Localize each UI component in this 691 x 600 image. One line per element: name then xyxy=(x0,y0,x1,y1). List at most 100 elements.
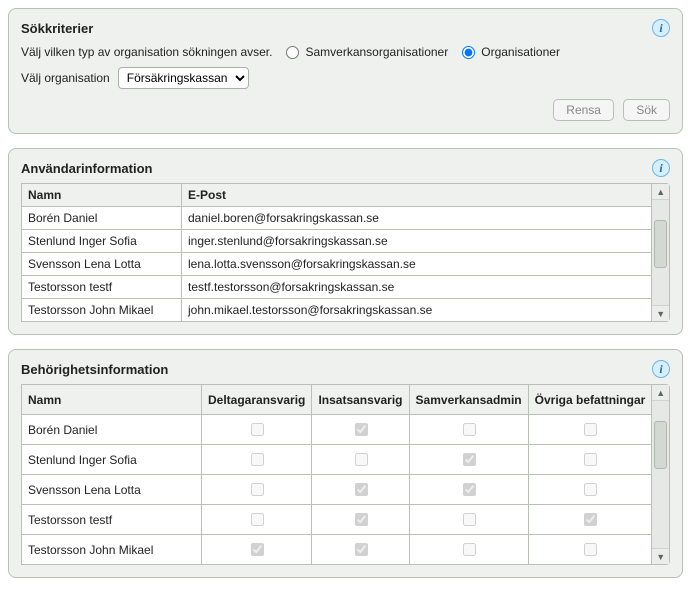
table-row[interactable]: Testorsson testf xyxy=(22,505,652,535)
ovriga-checkbox[interactable] xyxy=(584,513,597,526)
cell-name: Testorsson John Mikael xyxy=(22,535,202,565)
cell-samverkansadmin xyxy=(409,535,528,565)
clear-button[interactable]: Rensa xyxy=(553,99,614,121)
table-row[interactable]: Stenlund Inger Sofiainger.stenlund@forsa… xyxy=(22,230,652,253)
search-criteria-title: Sökkriterier xyxy=(21,21,93,36)
table-row[interactable]: Svensson Lena Lotta xyxy=(22,475,652,505)
scroll-up-icon[interactable]: ▲ xyxy=(652,385,669,401)
scroll-down-icon[interactable]: ▼ xyxy=(652,548,669,564)
table-row[interactable]: Testorsson John Mikael xyxy=(22,535,652,565)
table-row[interactable]: Borén Daniel xyxy=(22,415,652,445)
cell-ovriga xyxy=(528,505,652,535)
cell-name: Svensson Lena Lotta xyxy=(22,253,182,276)
scroll-down-icon[interactable]: ▼ xyxy=(652,305,669,321)
info-icon[interactable]: i xyxy=(652,360,670,378)
table-row[interactable]: Testorsson testftestf.testorsson@forsakr… xyxy=(22,276,652,299)
samverkansadmin-checkbox[interactable] xyxy=(463,513,476,526)
cell-ovriga xyxy=(528,415,652,445)
cell-email: john.mikael.testorsson@forsakringskassan… xyxy=(182,299,652,322)
deltagaransvarig-checkbox[interactable] xyxy=(251,513,264,526)
cell-name: Testorsson John Mikael xyxy=(22,299,182,322)
ovriga-checkbox[interactable] xyxy=(584,453,597,466)
user-table-scrollbar[interactable]: ▲ ▼ xyxy=(652,183,670,322)
cell-email: testf.testorsson@forsakringskassan.se xyxy=(182,276,652,299)
search-button[interactable]: Sök xyxy=(623,99,670,121)
user-info-title: Användarinformation xyxy=(21,161,152,176)
radio-samverkan[interactable]: Samverkansorganisationer xyxy=(286,45,448,59)
permissions-table-scrollbar[interactable]: ▲ ▼ xyxy=(652,384,670,565)
cell-insatsansvarig xyxy=(312,445,409,475)
cell-email: inger.stenlund@forsakringskassan.se xyxy=(182,230,652,253)
radio-organisationer[interactable]: Organisationer xyxy=(462,45,560,59)
permissions-panel: Behörighetsinformation i Namn Deltagaran… xyxy=(8,349,683,578)
cell-samverkansadmin xyxy=(409,505,528,535)
org-type-label: Välj vilken typ av organisation sökninge… xyxy=(21,45,272,59)
user-info-table: Namn E-Post Borén Danieldaniel.boren@for… xyxy=(21,183,652,322)
col-email: E-Post xyxy=(182,184,652,207)
cell-deltagaransvarig xyxy=(202,445,312,475)
organisation-select[interactable]: Försäkringskassan xyxy=(118,67,249,89)
insatsansvarig-checkbox[interactable] xyxy=(355,483,368,496)
cell-email: lena.lotta.svensson@forsakringskassan.se xyxy=(182,253,652,276)
search-criteria-panel: Sökkriterier i Välj vilken typ av organi… xyxy=(8,8,683,134)
cell-ovriga xyxy=(528,475,652,505)
cell-ovriga xyxy=(528,445,652,475)
insatsansvarig-checkbox[interactable] xyxy=(355,513,368,526)
cell-insatsansvarig xyxy=(312,535,409,565)
insatsansvarig-checkbox[interactable] xyxy=(355,423,368,436)
cell-samverkansadmin xyxy=(409,475,528,505)
cell-name: Borén Daniel xyxy=(22,207,182,230)
cell-deltagaransvarig xyxy=(202,505,312,535)
col-name: Namn xyxy=(22,184,182,207)
table-row[interactable]: Testorsson John Mikaeljohn.mikael.testor… xyxy=(22,299,652,322)
cell-name: Borén Daniel xyxy=(22,415,202,445)
cell-samverkansadmin xyxy=(409,415,528,445)
deltagaransvarig-checkbox[interactable] xyxy=(251,543,264,556)
cell-name: Stenlund Inger Sofia xyxy=(22,445,202,475)
samverkansadmin-checkbox[interactable] xyxy=(463,453,476,466)
cell-name: Testorsson testf xyxy=(22,276,182,299)
cell-email: daniel.boren@forsakringskassan.se xyxy=(182,207,652,230)
samverkansadmin-checkbox[interactable] xyxy=(463,423,476,436)
cell-name: Svensson Lena Lotta xyxy=(22,475,202,505)
ovriga-checkbox[interactable] xyxy=(584,543,597,556)
cell-insatsansvarig xyxy=(312,415,409,445)
cell-insatsansvarig xyxy=(312,505,409,535)
deltagaransvarig-checkbox[interactable] xyxy=(251,423,264,436)
cell-name: Stenlund Inger Sofia xyxy=(22,230,182,253)
cell-deltagaransvarig xyxy=(202,415,312,445)
ovriga-checkbox[interactable] xyxy=(584,423,597,436)
scroll-up-icon[interactable]: ▲ xyxy=(652,184,669,200)
radio-samverkan-input[interactable] xyxy=(286,46,299,59)
table-row[interactable]: Borén Danieldaniel.boren@forsakringskass… xyxy=(22,207,652,230)
cell-insatsansvarig xyxy=(312,475,409,505)
col-ovriga: Övriga befattningar xyxy=(528,385,652,415)
scroll-thumb[interactable] xyxy=(654,421,667,469)
org-select-label: Välj organisation xyxy=(21,71,110,85)
cell-name: Testorsson testf xyxy=(22,505,202,535)
insatsansvarig-checkbox[interactable] xyxy=(355,453,368,466)
cell-deltagaransvarig xyxy=(202,475,312,505)
permissions-title: Behörighetsinformation xyxy=(21,362,168,377)
cell-deltagaransvarig xyxy=(202,535,312,565)
info-icon[interactable]: i xyxy=(652,19,670,37)
ovriga-checkbox[interactable] xyxy=(584,483,597,496)
user-info-panel: Användarinformation i Namn E-Post Borén … xyxy=(8,148,683,335)
permissions-table: Namn Deltagaransvarig Insatsansvarig Sam… xyxy=(21,384,652,565)
col-name: Namn xyxy=(22,385,202,415)
insatsansvarig-checkbox[interactable] xyxy=(355,543,368,556)
info-icon[interactable]: i xyxy=(652,159,670,177)
radio-samverkan-label: Samverkansorganisationer xyxy=(305,45,448,59)
samverkansadmin-checkbox[interactable] xyxy=(463,543,476,556)
radio-organisationer-label: Organisationer xyxy=(481,45,560,59)
table-row[interactable]: Stenlund Inger Sofia xyxy=(22,445,652,475)
col-insatsansvarig: Insatsansvarig xyxy=(312,385,409,415)
table-row[interactable]: Svensson Lena Lottalena.lotta.svensson@f… xyxy=(22,253,652,276)
col-samverkansadmin: Samverkansadmin xyxy=(409,385,528,415)
deltagaransvarig-checkbox[interactable] xyxy=(251,453,264,466)
radio-organisationer-input[interactable] xyxy=(462,46,475,59)
deltagaransvarig-checkbox[interactable] xyxy=(251,483,264,496)
col-deltagaransvarig: Deltagaransvarig xyxy=(202,385,312,415)
samverkansadmin-checkbox[interactable] xyxy=(463,483,476,496)
scroll-thumb[interactable] xyxy=(654,220,667,268)
